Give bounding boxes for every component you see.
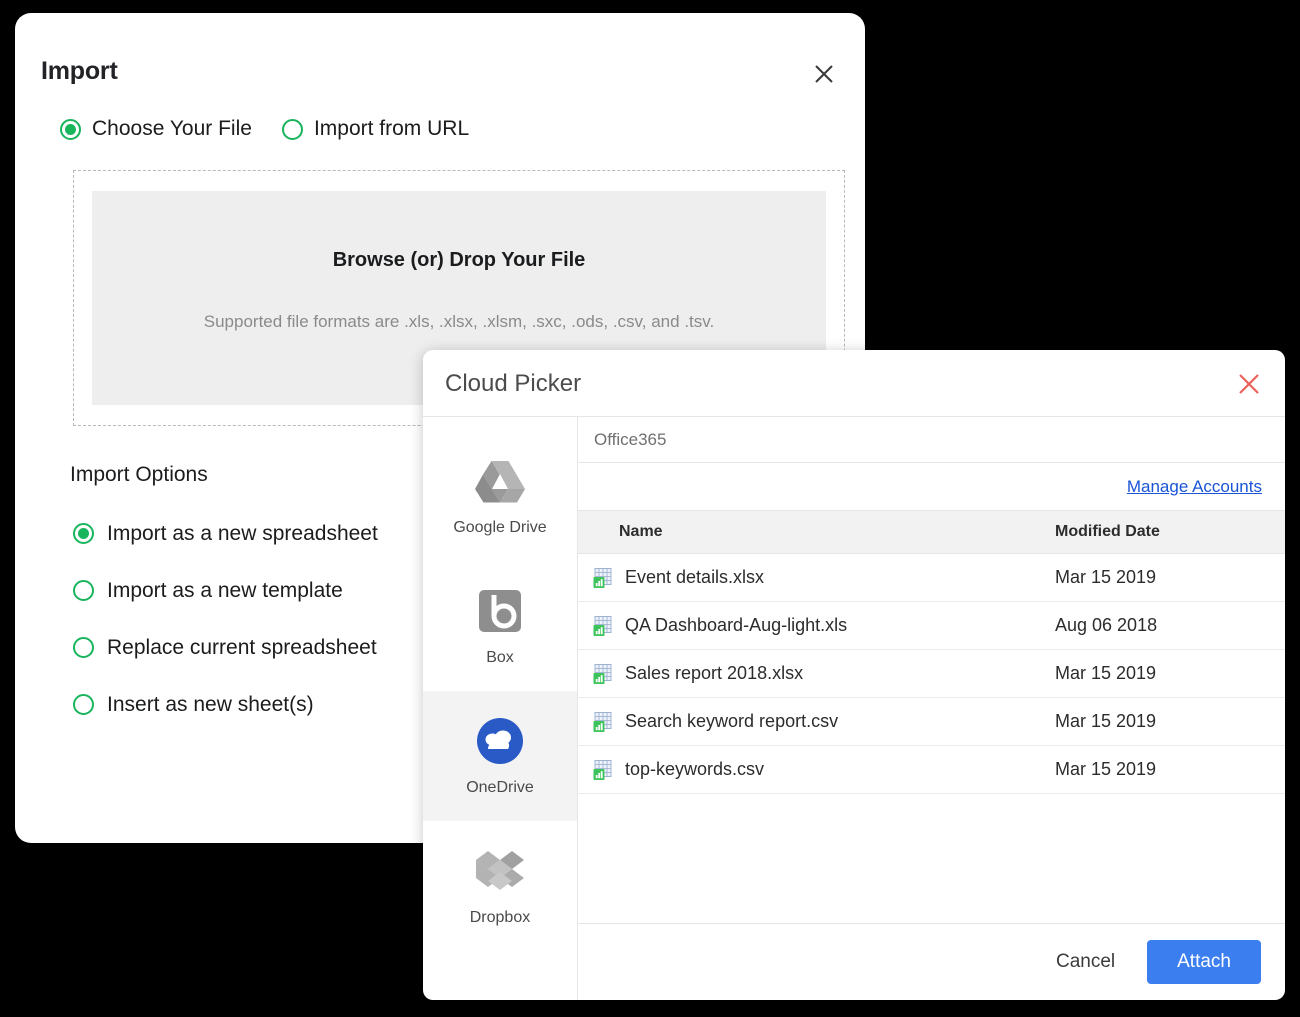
import-source-radio-group: Choose Your File Import from URL — [60, 117, 469, 141]
manage-accounts-bar: Manage Accounts — [578, 463, 1285, 510]
radio-import-from-url[interactable]: Import from URL — [282, 117, 469, 141]
file-name: Sales report 2018.xlsx — [625, 663, 803, 684]
table-row[interactable]: top-keywords.csv Mar 15 2019 — [578, 746, 1285, 794]
close-icon[interactable] — [811, 61, 837, 87]
cloud-picker-footer: Cancel Attach — [578, 923, 1285, 1000]
radio-mark-icon — [73, 580, 94, 601]
provider-label: Box — [486, 649, 514, 667]
provider-onedrive[interactable]: OneDrive — [423, 691, 577, 821]
option-label: Insert as new sheet(s) — [107, 693, 314, 717]
spreadsheet-file-icon — [592, 663, 614, 685]
radio-mark-icon — [73, 523, 94, 544]
box-icon — [474, 585, 526, 637]
cloud-provider-sidebar: Google Drive Box — [423, 417, 578, 1000]
provider-google-drive[interactable]: Google Drive — [423, 431, 577, 561]
radio-label: Choose Your File — [92, 117, 252, 141]
file-name-cell: Event details.xlsx — [578, 567, 1040, 589]
file-modified-date: Mar 15 2019 — [1040, 711, 1285, 732]
table-row[interactable]: Event details.xlsx Mar 15 2019 — [578, 554, 1285, 602]
radio-mark-icon — [60, 119, 81, 140]
cloud-picker-main: Office365 Manage Accounts Name Modified … — [578, 417, 1285, 1000]
dropzone-title: Browse (or) Drop Your File — [333, 249, 586, 272]
file-name: Event details.xlsx — [625, 567, 764, 588]
close-icon[interactable] — [1235, 370, 1263, 398]
file-name: Search keyword report.csv — [625, 711, 838, 732]
radio-mark-icon — [73, 694, 94, 715]
cloud-picker-dialog: Cloud Picker Google Driv — [423, 350, 1285, 1000]
table-row[interactable]: Sales report 2018.xlsx Mar 15 2019 — [578, 650, 1285, 698]
file-name-cell: top-keywords.csv — [578, 759, 1040, 781]
file-modified-date: Mar 15 2019 — [1040, 663, 1285, 684]
radio-mark-icon — [282, 119, 303, 140]
radio-label: Import from URL — [314, 117, 469, 141]
import-dialog-header: Import — [15, 13, 865, 115]
dropbox-icon — [474, 845, 526, 897]
radio-mark-icon — [73, 637, 94, 658]
provider-dropbox[interactable]: Dropbox — [423, 821, 577, 951]
manage-accounts-link[interactable]: Manage Accounts — [1127, 477, 1262, 497]
page-title: Import — [41, 57, 118, 86]
cloud-picker-header: Cloud Picker — [423, 350, 1285, 417]
file-modified-date: Aug 06 2018 — [1040, 615, 1285, 636]
file-modified-date: Mar 15 2019 — [1040, 567, 1285, 588]
cancel-button[interactable]: Cancel — [1046, 943, 1125, 981]
file-name-cell: Sales report 2018.xlsx — [578, 663, 1040, 685]
provider-label: Dropbox — [470, 909, 530, 927]
file-name: top-keywords.csv — [625, 759, 764, 780]
account-name: Office365 — [578, 417, 1285, 463]
file-name-cell: Search keyword report.csv — [578, 711, 1040, 733]
import-options-heading: Import Options — [70, 463, 208, 487]
spreadsheet-file-icon — [592, 615, 614, 637]
spreadsheet-file-icon — [592, 567, 614, 589]
google-drive-icon — [474, 455, 526, 507]
table-row[interactable]: Search keyword report.csv Mar 15 2019 — [578, 698, 1285, 746]
column-header-name: Name — [578, 523, 1040, 541]
provider-label: Google Drive — [453, 519, 546, 537]
spreadsheet-file-icon — [592, 759, 614, 781]
option-label: Import as a new spreadsheet — [107, 522, 378, 546]
attach-button[interactable]: Attach — [1147, 940, 1261, 984]
option-label: Import as a new template — [107, 579, 343, 603]
spreadsheet-file-icon — [592, 711, 614, 733]
file-list: Event details.xlsx Mar 15 2019 — [578, 554, 1285, 923]
table-row[interactable]: QA Dashboard-Aug-light.xls Aug 06 2018 — [578, 602, 1285, 650]
provider-label: OneDrive — [466, 779, 534, 797]
cloud-picker-title: Cloud Picker — [445, 370, 581, 398]
option-label: Replace current spreadsheet — [107, 636, 377, 660]
file-modified-date: Mar 15 2019 — [1040, 759, 1285, 780]
column-header-modified-date: Modified Date — [1040, 523, 1285, 541]
file-table-header: Name Modified Date — [578, 510, 1285, 554]
radio-choose-your-file[interactable]: Choose Your File — [60, 117, 252, 141]
dropzone-supported-formats: Supported file formats are .xls, .xlsx, … — [204, 312, 714, 332]
file-name: QA Dashboard-Aug-light.xls — [625, 615, 847, 636]
onedrive-icon — [474, 715, 526, 767]
cloud-picker-body: Google Drive Box — [423, 417, 1285, 1000]
provider-box[interactable]: Box — [423, 561, 577, 691]
file-name-cell: QA Dashboard-Aug-light.xls — [578, 615, 1040, 637]
